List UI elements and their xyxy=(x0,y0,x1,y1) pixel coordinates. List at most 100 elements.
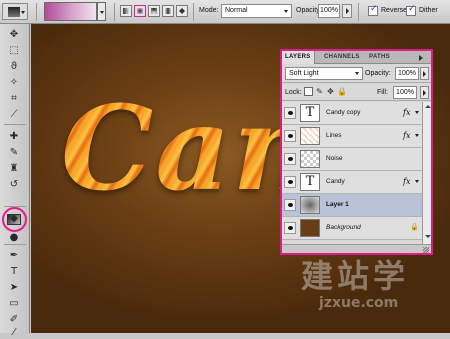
clone-stamp-tool-icon: ♜ xyxy=(9,163,19,174)
layer-row[interactable]: T Candy fx xyxy=(282,171,422,194)
eye-icon[interactable] xyxy=(284,176,296,188)
eye-pupil xyxy=(288,203,293,207)
path-selection-tool[interactable]: ➤ xyxy=(6,281,22,294)
type-tool[interactable]: T xyxy=(6,265,22,278)
layers-scrollbar[interactable] xyxy=(422,102,431,244)
crop-tool[interactable]: ⌗ xyxy=(6,92,22,105)
chevron-down-icon xyxy=(355,72,359,75)
move-tool-icon: ✥ xyxy=(9,29,19,40)
lasso-tool[interactable]: ϑ xyxy=(6,60,22,73)
blur-tool[interactable]: ◆ xyxy=(6,212,22,225)
mode-select[interactable]: Normal xyxy=(221,4,292,18)
eye-icon[interactable] xyxy=(284,130,296,142)
layer-name: Layer 1 xyxy=(326,201,349,208)
scroll-up-icon[interactable] xyxy=(424,103,431,111)
slice-tool[interactable]: ⟋ xyxy=(6,108,22,121)
eye-pupil xyxy=(288,180,293,184)
dither-checkbox[interactable] xyxy=(406,4,416,16)
panel-menu-icon[interactable] xyxy=(419,54,428,61)
eye-icon[interactable] xyxy=(284,199,296,211)
tab-layers[interactable]: LAYERS xyxy=(282,51,315,64)
eye-icon[interactable] xyxy=(284,107,296,119)
blur-tool-icon: ◆ xyxy=(10,213,18,224)
toolbar-divider xyxy=(4,244,26,245)
layer-row[interactable]: T Candy copy fx xyxy=(282,102,422,125)
toolbar-divider xyxy=(4,206,26,207)
magic-wand-tool[interactable]: ✧ xyxy=(6,76,22,89)
brush-tool[interactable]: ✎ xyxy=(6,146,22,159)
move-tool[interactable]: ✥ xyxy=(6,28,22,41)
mode-value: Normal xyxy=(225,7,248,14)
fill-label: Fill: xyxy=(377,89,388,96)
layer-name: Candy copy xyxy=(326,109,361,116)
lock-position-icon[interactable]: ✥ xyxy=(326,87,335,96)
notes-tool-icon: ✐ xyxy=(9,314,19,325)
type-layer-thumbnail: T xyxy=(300,104,320,122)
layer-effects-icon[interactable]: fx xyxy=(403,131,410,140)
fill-slider-button[interactable] xyxy=(420,86,429,99)
clone-stamp-tool[interactable]: ♜ xyxy=(6,162,22,175)
healing-brush-tool-icon: ✚ xyxy=(9,131,19,142)
layer-row[interactable]: Noise xyxy=(282,148,422,171)
marquee-tool[interactable]: ⬚ xyxy=(6,44,22,57)
resize-grip-icon[interactable] xyxy=(423,247,429,253)
shape-tool[interactable]: ▭ xyxy=(6,297,22,310)
blend-mode-select[interactable]: Soft Light xyxy=(285,67,363,80)
eye-pupil xyxy=(288,134,293,138)
eye-icon[interactable] xyxy=(284,222,296,234)
options-bar: Mode: Normal Opacity: 100% Reverse Dithe… xyxy=(0,0,450,24)
type-layer-thumbnail: T xyxy=(300,173,320,191)
crop-tool-icon: ⌗ xyxy=(11,93,17,104)
scroll-down-icon[interactable] xyxy=(424,233,431,241)
dither-label: Dither xyxy=(419,7,438,14)
reverse-checkbox[interactable] xyxy=(368,4,378,16)
layers-list: T Candy copy fx Lines fx Noise T Candy fx Layer 1… xyxy=(282,102,422,242)
layers-panel: LAYERS CHANNELS PATHS Soft Light Opacity… xyxy=(280,49,433,255)
expand-effects-icon[interactable] xyxy=(415,134,419,137)
magic-wand-tool-icon: ✧ xyxy=(9,77,19,88)
layer-effects-icon[interactable]: fx xyxy=(403,108,410,117)
panel-opacity-input[interactable]: 100% xyxy=(395,67,419,80)
eye-pupil xyxy=(288,226,293,230)
eye-icon[interactable] xyxy=(284,153,296,165)
fill-input[interactable]: 100% xyxy=(393,86,417,99)
layer-row[interactable]: Lines fx xyxy=(282,125,422,148)
lock-image-icon[interactable]: ✎ xyxy=(315,87,324,96)
expand-effects-icon[interactable] xyxy=(415,180,419,183)
diamond-gradient-button[interactable] xyxy=(176,5,188,17)
gradient-preview[interactable] xyxy=(44,2,97,21)
layer-name: Candy xyxy=(326,178,345,185)
history-brush-tool[interactable]: ↺ xyxy=(6,178,22,191)
panel-bottom-bar xyxy=(282,244,431,253)
tab-channels[interactable]: CHANNELS xyxy=(321,51,363,64)
layer-effects-icon[interactable]: fx xyxy=(403,177,410,186)
expand-effects-icon[interactable] xyxy=(415,111,419,114)
dodge-tool[interactable]: ● xyxy=(6,231,22,244)
lock-all-icon[interactable]: 🔒 xyxy=(337,87,347,96)
angle-gradient-button[interactable] xyxy=(148,5,160,17)
divider xyxy=(193,3,194,21)
watermark: 建站学 jzxue.com xyxy=(301,249,450,311)
lock-transparency-icon[interactable] xyxy=(304,87,313,96)
layer-row[interactable]: Layer 1 xyxy=(282,194,422,217)
opacity-slider-button[interactable] xyxy=(342,4,352,18)
path-selection-tool-icon: ➤ xyxy=(9,282,19,293)
opacity-input[interactable]: 100% xyxy=(318,4,340,18)
pen-tool[interactable]: ✒ xyxy=(6,249,22,262)
chevron-down-icon xyxy=(284,10,288,13)
gradient-picker-dropdown[interactable] xyxy=(97,2,106,21)
healing-brush-tool[interactable]: ✚ xyxy=(6,130,22,143)
type-tool-icon: T xyxy=(10,266,18,277)
tool-preset-picker[interactable] xyxy=(2,3,28,20)
reflected-gradient-button[interactable] xyxy=(162,5,174,17)
marquee-tool-icon: ⬚ xyxy=(9,45,19,56)
tab-paths[interactable]: PATHS xyxy=(366,51,393,64)
blend-mode-value: Soft Light xyxy=(289,70,319,77)
radial-gradient-button[interactable] xyxy=(134,5,146,17)
notes-tool[interactable]: ✐ xyxy=(6,313,22,326)
panel-opacity-slider-button[interactable] xyxy=(420,67,429,80)
layer-row[interactable]: Background 🔒 xyxy=(282,217,422,240)
linear-gradient-button[interactable] xyxy=(120,5,132,17)
lock-row: Lock: ✎ ✥ 🔒 Fill: 100% xyxy=(282,84,431,101)
lock-icon: 🔒 xyxy=(410,223,419,231)
